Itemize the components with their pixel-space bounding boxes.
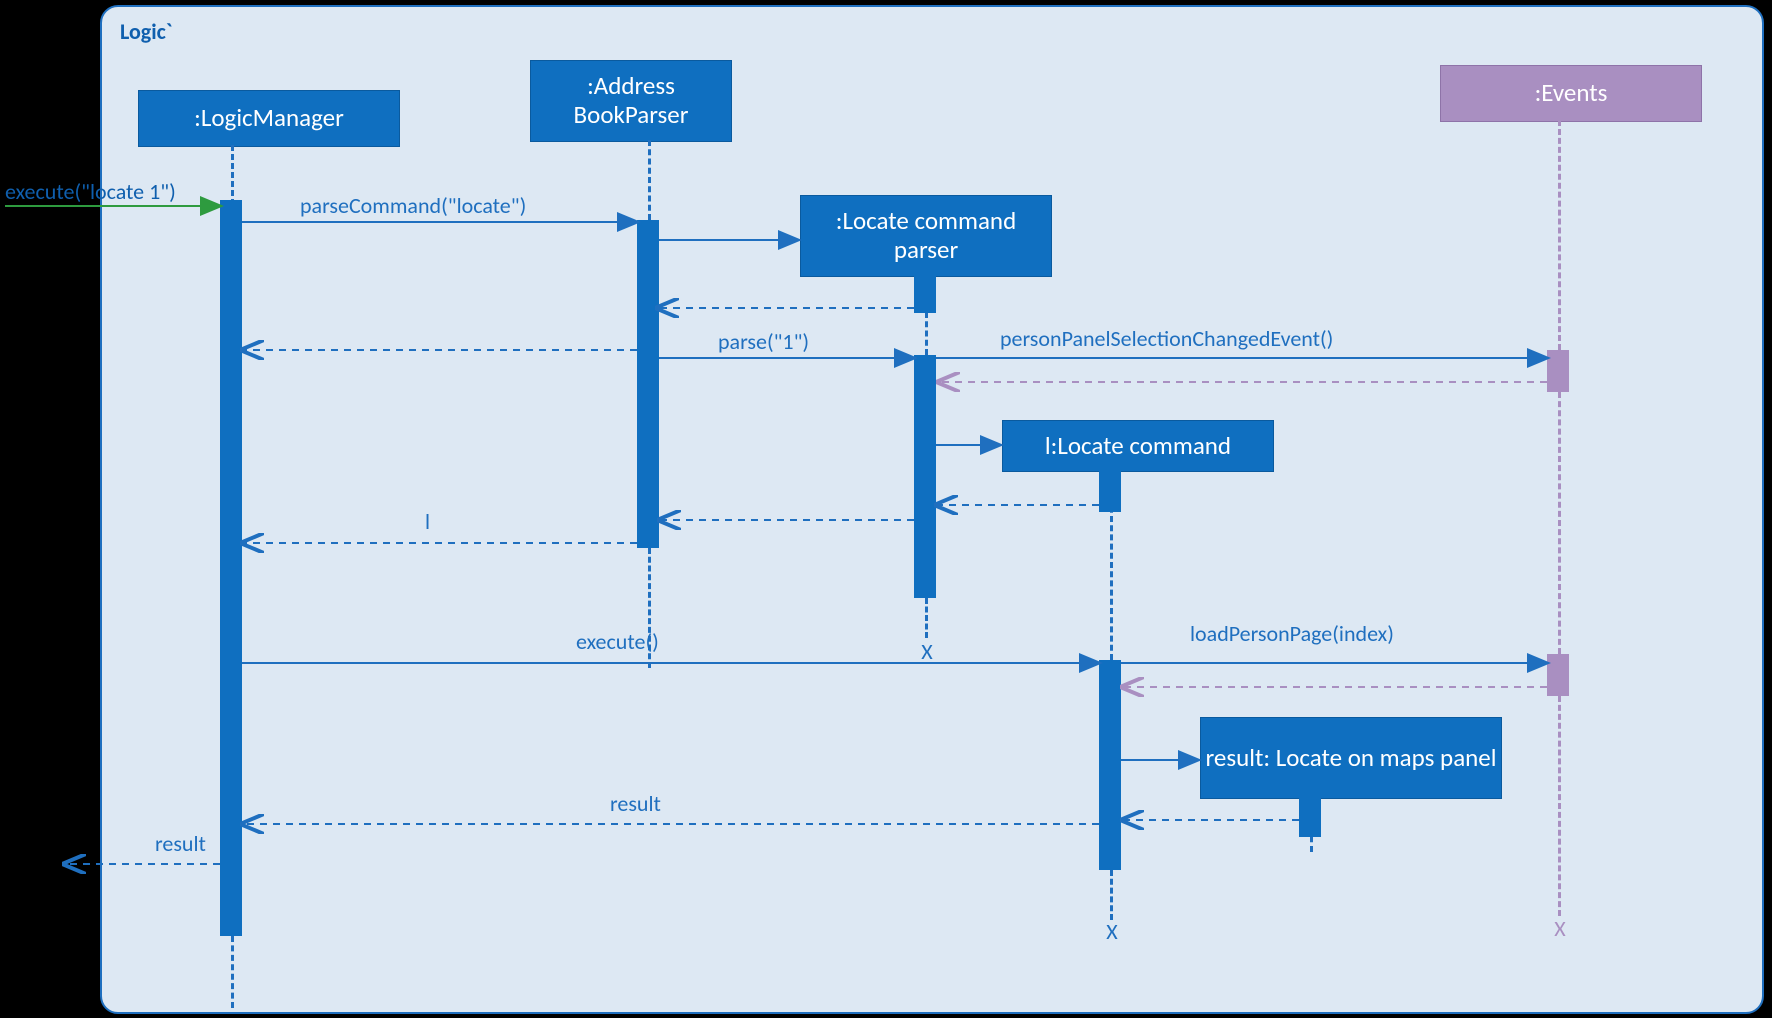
locatecommand-label: l:Locate command <box>1045 432 1231 461</box>
lc-lifeline-bottom <box>1110 870 1113 920</box>
msg-execute-locate1: execute("locate 1") <box>5 178 176 205</box>
logicmanager-activation <box>220 200 242 936</box>
lcp-lifeline-bottom <box>925 598 928 638</box>
frame-label: Logic` <box>120 18 172 45</box>
lc-destroy: X <box>1102 918 1122 945</box>
msg-result-out: result <box>155 830 206 857</box>
msg-loadpersonpage: loadPersonPage(index) <box>1190 620 1394 647</box>
msg-result-return: result <box>610 790 661 817</box>
msg-execute: execute() <box>576 628 659 655</box>
logicmanager-label: :LogicManager <box>194 104 344 133</box>
events-label: :Events <box>1535 79 1608 108</box>
events-activation-2 <box>1547 654 1569 696</box>
msg-parsecommand: parseCommand("locate") <box>300 192 526 219</box>
msg-personpanel: personPanelSelectionChangedEvent() <box>1000 325 1333 352</box>
msg-return-l: l <box>425 508 430 535</box>
locatecommand-head: l:Locate command <box>1002 420 1274 472</box>
logicmanager-lifeline-bottom <box>231 936 234 1008</box>
lcp-destroy: X <box>917 638 937 665</box>
events-destroy: X <box>1550 915 1570 942</box>
msg-parse1: parse("1") <box>718 328 809 355</box>
resultpanel-head: result: Locate on maps panel <box>1200 717 1502 799</box>
lcp-activation-2 <box>914 355 936 598</box>
addressbookparser-head: :Address BookParser <box>530 60 732 142</box>
logicmanager-head: :LogicManager <box>138 90 400 147</box>
rp-activation <box>1299 797 1321 837</box>
abp-lifeline-top <box>648 140 651 220</box>
resultpanel-label: result: Locate on maps panel <box>1206 744 1497 773</box>
lc-activation-1 <box>1099 470 1121 512</box>
events-lifeline-3 <box>1558 696 1561 916</box>
locateparser-head: :Locate command parser <box>800 195 1052 277</box>
addressbookparser-label: :Address BookParser <box>531 72 731 130</box>
events-activation-1 <box>1547 350 1569 392</box>
events-head: :Events <box>1440 65 1702 122</box>
events-lifeline-2 <box>1558 392 1561 654</box>
locateparser-label: :Locate command parser <box>801 207 1051 265</box>
lcp-activation-1 <box>914 275 936 313</box>
abp-activation <box>637 220 659 548</box>
events-lifeline-1 <box>1558 120 1561 350</box>
logicmanager-lifeline-top <box>231 145 234 205</box>
lc-activation-2 <box>1099 660 1121 870</box>
